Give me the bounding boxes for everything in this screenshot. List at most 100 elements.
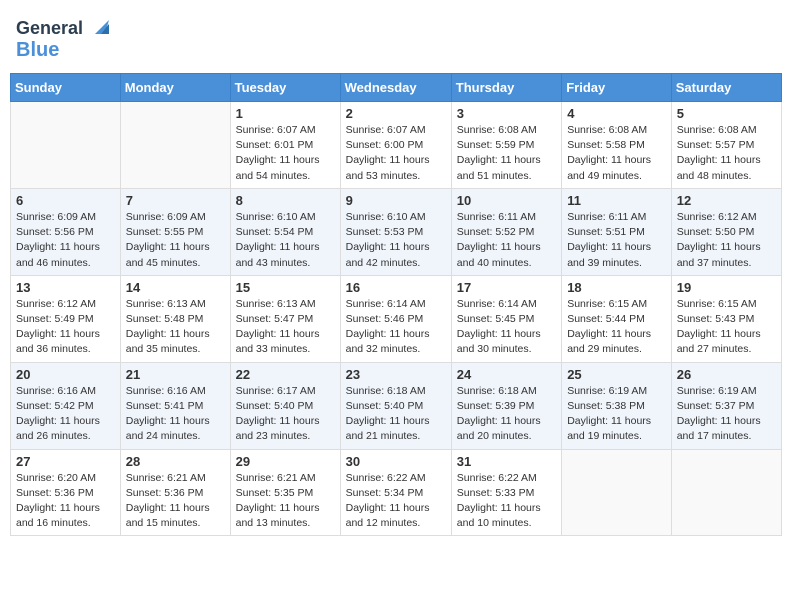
calendar-cell: 31 Sunrise: 6:22 AMSunset: 5:33 PMDayligh…: [451, 449, 561, 536]
day-detail: Sunrise: 6:18 AMSunset: 5:39 PMDaylight:…: [457, 384, 556, 445]
day-detail: Sunrise: 6:11 AMSunset: 5:51 PMDaylight:…: [567, 210, 666, 271]
calendar-cell: 28 Sunrise: 6:21 AMSunset: 5:36 PMDayligh…: [120, 449, 230, 536]
weekday-header-row: SundayMondayTuesdayWednesdayThursdayFrid…: [11, 74, 782, 102]
calendar-week-row: 6 Sunrise: 6:09 AMSunset: 5:56 PMDaylight…: [11, 188, 782, 275]
calendar-week-row: 27Sunrise: 6:20 AMSunset: 5:36 PMDayligh…: [11, 449, 782, 536]
calendar-cell: 22Sunrise: 6:17 AMSunset: 5:40 PMDayligh…: [230, 362, 340, 449]
calendar-cell: 23Sunrise: 6:18 AMSunset: 5:40 PMDayligh…: [340, 362, 451, 449]
calendar-week-row: 20 Sunrise: 6:16 AMSunset: 5:42 PMDayligh…: [11, 362, 782, 449]
weekday-header-wednesday: Wednesday: [340, 74, 451, 102]
calendar-cell: [562, 449, 672, 536]
calendar-cell: 6 Sunrise: 6:09 AMSunset: 5:56 PMDaylight…: [11, 188, 121, 275]
logo-text-blue: Blue: [16, 39, 59, 61]
day-detail: Sunrise: 6:09 AMSunset: 5:55 PMDaylight:…: [126, 210, 225, 271]
day-number: 10: [457, 193, 556, 208]
calendar-table: SundayMondayTuesdayWednesdayThursdayFrid…: [10, 73, 782, 536]
day-number: 9: [346, 193, 446, 208]
calendar-cell: 9 Sunrise: 6:10 AMSunset: 5:53 PMDaylight…: [340, 188, 451, 275]
calendar-cell: 17 Sunrise: 6:14 AMSunset: 5:45 PMDayligh…: [451, 275, 561, 362]
day-number: 30: [346, 454, 446, 469]
day-number: 14: [126, 280, 225, 295]
calendar-cell: 10 Sunrise: 6:11 AMSunset: 5:52 PMDayligh…: [451, 188, 561, 275]
calendar-cell: 29Sunrise: 6:21 AMSunset: 5:35 PMDayligh…: [230, 449, 340, 536]
day-detail: Sunrise: 6:16 AMSunset: 5:41 PMDaylight:…: [126, 384, 225, 445]
calendar-cell: 5 Sunrise: 6:08 AMSunset: 5:57 PMDaylight…: [671, 102, 781, 189]
calendar-cell: 4 Sunrise: 6:08 AMSunset: 5:58 PMDaylight…: [562, 102, 672, 189]
day-detail: Sunrise: 6:21 AMSunset: 5:35 PMDaylight:…: [236, 471, 335, 532]
calendar-cell: 16 Sunrise: 6:14 AMSunset: 5:46 PMDayligh…: [340, 275, 451, 362]
day-detail: Sunrise: 6:09 AMSunset: 5:56 PMDaylight:…: [16, 210, 115, 271]
calendar-cell: 26Sunrise: 6:19 AMSunset: 5:37 PMDayligh…: [671, 362, 781, 449]
day-detail: Sunrise: 6:19 AMSunset: 5:37 PMDaylight:…: [677, 384, 776, 445]
day-number: 6: [16, 193, 115, 208]
weekday-header-monday: Monday: [120, 74, 230, 102]
day-number: 4: [567, 106, 666, 121]
calendar-cell: 7 Sunrise: 6:09 AMSunset: 5:55 PMDaylight…: [120, 188, 230, 275]
day-detail: Sunrise: 6:10 AMSunset: 5:53 PMDaylight:…: [346, 210, 446, 271]
day-detail: Sunrise: 6:17 AMSunset: 5:40 PMDaylight:…: [236, 384, 335, 445]
calendar-cell: 12 Sunrise: 6:12 AMSunset: 5:50 PMDayligh…: [671, 188, 781, 275]
calendar-cell: 21 Sunrise: 6:16 AMSunset: 5:41 PMDayligh…: [120, 362, 230, 449]
day-number: 16: [346, 280, 446, 295]
calendar-week-row: 1 Sunrise: 6:07 AMSunset: 6:01 PMDaylight…: [11, 102, 782, 189]
day-number: 28: [126, 454, 225, 469]
calendar-cell: 27Sunrise: 6:20 AMSunset: 5:36 PMDayligh…: [11, 449, 121, 536]
day-number: 20: [16, 367, 115, 382]
day-detail: Sunrise: 6:12 AMSunset: 5:49 PMDaylight:…: [16, 297, 115, 358]
page-header: General Blue: [10, 10, 782, 65]
day-detail: Sunrise: 6:16 AMSunset: 5:42 PMDaylight:…: [16, 384, 115, 445]
day-number: 25: [567, 367, 666, 382]
day-detail: Sunrise: 6:08 AMSunset: 5:58 PMDaylight:…: [567, 123, 666, 184]
day-number: 13: [16, 280, 115, 295]
calendar-cell: 24 Sunrise: 6:18 AMSunset: 5:39 PMDayligh…: [451, 362, 561, 449]
day-detail: Sunrise: 6:14 AMSunset: 5:46 PMDaylight:…: [346, 297, 446, 358]
day-detail: Sunrise: 6:10 AMSunset: 5:54 PMDaylight:…: [236, 210, 335, 271]
day-number: 21: [126, 367, 225, 382]
weekday-header-saturday: Saturday: [671, 74, 781, 102]
calendar-cell: [120, 102, 230, 189]
day-number: 24: [457, 367, 556, 382]
day-detail: Sunrise: 6:07 AMSunset: 6:01 PMDaylight:…: [236, 123, 335, 184]
day-number: 27: [16, 454, 115, 469]
day-detail: Sunrise: 6:18 AMSunset: 5:40 PMDaylight:…: [346, 384, 446, 445]
calendar-cell: 18 Sunrise: 6:15 AMSunset: 5:44 PMDayligh…: [562, 275, 672, 362]
day-detail: Sunrise: 6:22 AMSunset: 5:33 PMDaylight:…: [457, 471, 556, 532]
day-detail: Sunrise: 6:15 AMSunset: 5:43 PMDaylight:…: [677, 297, 776, 358]
day-detail: Sunrise: 6:07 AMSunset: 6:00 PMDaylight:…: [346, 123, 446, 184]
day-number: 11: [567, 193, 666, 208]
day-detail: Sunrise: 6:21 AMSunset: 5:36 PMDaylight:…: [126, 471, 225, 532]
day-detail: Sunrise: 6:14 AMSunset: 5:45 PMDaylight:…: [457, 297, 556, 358]
day-number: 1: [236, 106, 335, 121]
calendar-cell: 30 Sunrise: 6:22 AMSunset: 5:34 PMDayligh…: [340, 449, 451, 536]
calendar-cell: 3Sunrise: 6:08 AMSunset: 5:59 PMDaylight…: [451, 102, 561, 189]
calendar-cell: 11 Sunrise: 6:11 AMSunset: 5:51 PMDayligh…: [562, 188, 672, 275]
day-number: 17: [457, 280, 556, 295]
day-number: 12: [677, 193, 776, 208]
day-number: 18: [567, 280, 666, 295]
day-number: 15: [236, 280, 335, 295]
day-number: 7: [126, 193, 225, 208]
day-number: 8: [236, 193, 335, 208]
calendar-cell: 25Sunrise: 6:19 AMSunset: 5:38 PMDayligh…: [562, 362, 672, 449]
logo-text-general: General: [16, 19, 83, 39]
weekday-header-sunday: Sunday: [11, 74, 121, 102]
calendar-cell: [11, 102, 121, 189]
day-number: 2: [346, 106, 446, 121]
calendar-cell: 15 Sunrise: 6:13 AMSunset: 5:47 PMDayligh…: [230, 275, 340, 362]
calendar-cell: 19 Sunrise: 6:15 AMSunset: 5:43 PMDayligh…: [671, 275, 781, 362]
day-detail: Sunrise: 6:12 AMSunset: 5:50 PMDaylight:…: [677, 210, 776, 271]
calendar-cell: 13 Sunrise: 6:12 AMSunset: 5:49 PMDayligh…: [11, 275, 121, 362]
day-detail: Sunrise: 6:13 AMSunset: 5:47 PMDaylight:…: [236, 297, 335, 358]
calendar-week-row: 13 Sunrise: 6:12 AMSunset: 5:49 PMDayligh…: [11, 275, 782, 362]
day-detail: Sunrise: 6:22 AMSunset: 5:34 PMDaylight:…: [346, 471, 446, 532]
calendar-cell: 14Sunrise: 6:13 AMSunset: 5:48 PMDayligh…: [120, 275, 230, 362]
day-detail: Sunrise: 6:08 AMSunset: 5:57 PMDaylight:…: [677, 123, 776, 184]
day-number: 19: [677, 280, 776, 295]
day-number: 5: [677, 106, 776, 121]
day-detail: Sunrise: 6:08 AMSunset: 5:59 PMDaylight:…: [457, 123, 556, 184]
day-detail: Sunrise: 6:15 AMSunset: 5:44 PMDaylight:…: [567, 297, 666, 358]
weekday-header-thursday: Thursday: [451, 74, 561, 102]
calendar-cell: 20 Sunrise: 6:16 AMSunset: 5:42 PMDayligh…: [11, 362, 121, 449]
day-number: 31: [457, 454, 556, 469]
day-detail: Sunrise: 6:11 AMSunset: 5:52 PMDaylight:…: [457, 210, 556, 271]
